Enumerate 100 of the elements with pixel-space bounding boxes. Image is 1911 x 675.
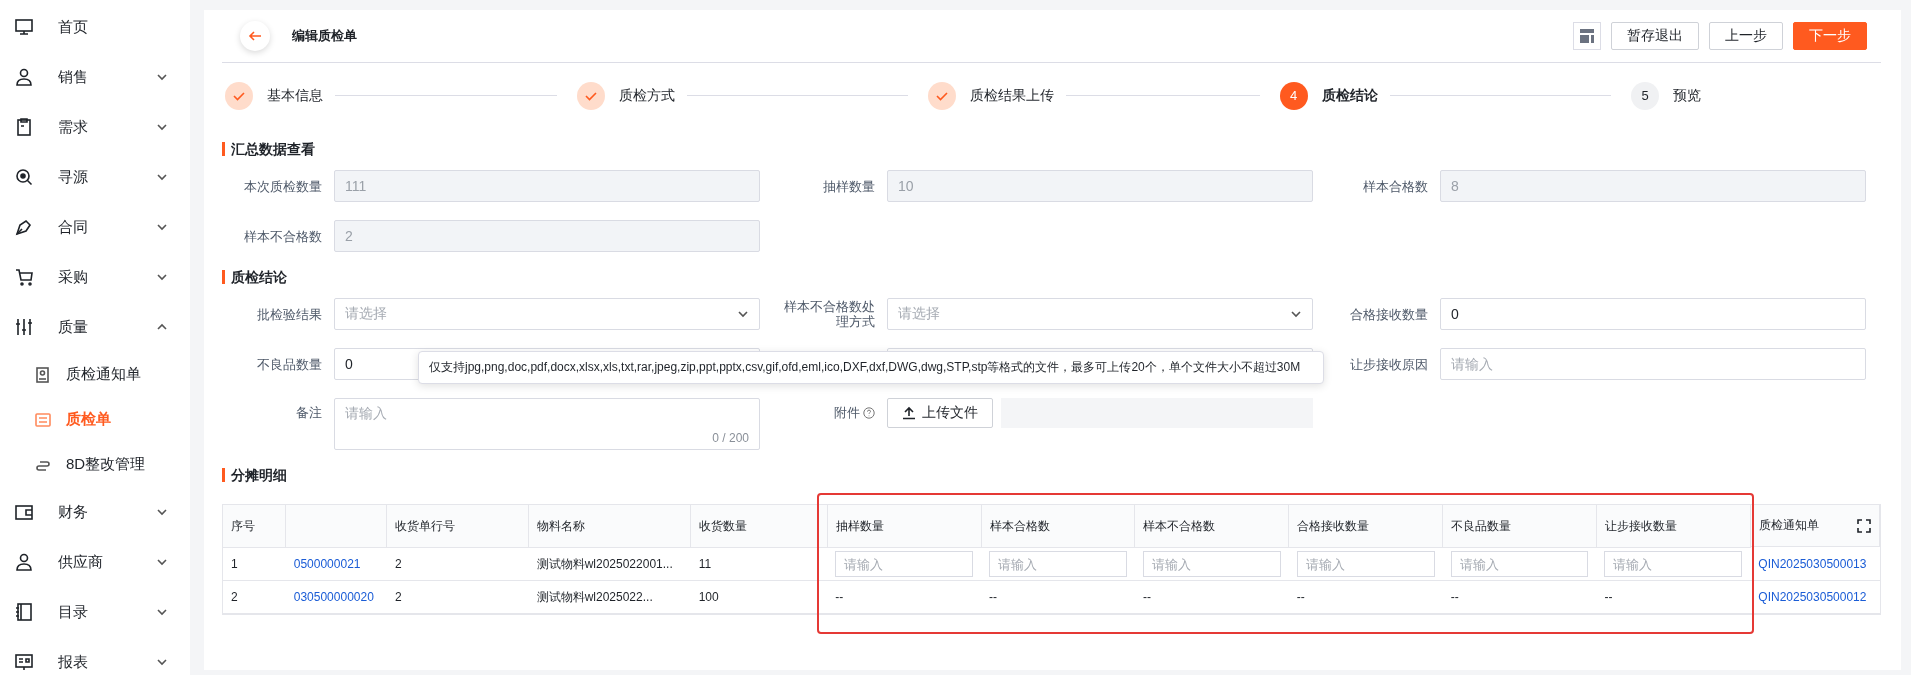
nav-item[interactable]: 供应商 [0, 537, 190, 587]
field-label: 样本不合格数 [243, 228, 322, 244]
table-cell: 2 [386, 580, 529, 614]
nav-item[interactable]: 目录 [0, 587, 190, 637]
step-label: 预览 [1673, 86, 1701, 105]
input-field[interactable]: 请输入 [1142, 551, 1281, 577]
table-cell: 测试物料wl2025022001... [528, 547, 691, 581]
sliders-icon [14, 317, 34, 337]
header-button[interactable]: 暂存退出 [1611, 22, 1699, 50]
nav-item[interactable]: 销售 [0, 52, 190, 102]
field-label: 本次质检数量 [243, 178, 322, 194]
input-field[interactable]: 请输入 [1440, 348, 1866, 380]
section-title: 质检结论 [222, 270, 1881, 284]
nav-item[interactable]: 合同 [0, 202, 190, 252]
column-header: 收货数量 [690, 505, 828, 548]
table-link[interactable]: 030500000020 [293, 590, 374, 604]
help-icon [863, 406, 875, 419]
field-label: 合格接收数量 [1349, 306, 1428, 322]
field-label: 抽样数量 [822, 178, 875, 194]
nav-item[interactable]: 需求 [0, 102, 190, 152]
form-icon [34, 410, 52, 429]
section-title: 分摊明细 [222, 468, 1881, 482]
table-link[interactable]: 0500000021 [293, 557, 361, 571]
arrow-left-icon [248, 29, 262, 43]
field-label: 样本合格数 [1362, 178, 1428, 194]
step-number: 5 [1631, 81, 1659, 110]
step-label: 质检结果上传 [970, 86, 1054, 105]
nav-item[interactable]: 质量 [0, 302, 190, 352]
page-title: 编辑质检单 [292, 27, 357, 45]
step-label: 基本信息 [267, 86, 323, 105]
input-field[interactable]: 0 [1440, 298, 1866, 330]
step-label: 质检结论 [1321, 86, 1378, 105]
table-cell: 2 [386, 547, 529, 581]
nav-item[interactable]: 首页 [0, 2, 190, 52]
section-title: 汇总数据查看 [222, 142, 1881, 156]
table-cell: -- [1288, 580, 1443, 614]
table-cell: 11 [690, 547, 828, 581]
nav-item[interactable]: 财务 [0, 487, 190, 537]
column-header: 合格接收数量 [1288, 505, 1443, 548]
field-label: 样本不合格数处理方式 [783, 299, 875, 329]
table-link[interactable]: QIN2025030500013 [1758, 556, 1867, 571]
table-cell: 1 [223, 547, 286, 581]
column-header: 不良品数量 [1442, 505, 1597, 548]
nav-item[interactable]: 寻源 [0, 152, 190, 202]
magnifier-icon [14, 167, 34, 187]
field-label: 备注 [295, 405, 322, 420]
field-label: 批检验结果 [256, 306, 322, 322]
column-header: 样本不合格数 [1134, 505, 1289, 548]
input-field[interactable]: 请输入 [835, 551, 974, 577]
person-icon [14, 67, 34, 87]
column-header: 抽样数量 [827, 505, 982, 548]
upload-icon [902, 406, 916, 420]
field-label: 让步接收原因 [1349, 356, 1428, 372]
chevron-down-icon [1290, 308, 1302, 320]
fullscreen-icon [1857, 518, 1871, 533]
layout-button[interactable] [1573, 22, 1601, 50]
input-field: 111 [334, 170, 760, 202]
table-cell: -- [1134, 580, 1289, 614]
step-label: 质检方式 [618, 86, 675, 105]
input-field: 10 [887, 170, 1313, 202]
wallet-icon [14, 502, 34, 522]
chevron-down-icon [737, 308, 749, 320]
input-field[interactable]: 请输入 [1604, 551, 1743, 577]
column-header: 让步接收数量 [1596, 505, 1751, 548]
input-field[interactable]: 请输入 [1450, 551, 1589, 577]
layout-icon [1579, 28, 1595, 44]
upload-button[interactable]: 上传文件 [887, 398, 993, 428]
header-button[interactable]: 上一步 [1709, 22, 1783, 50]
nav-item[interactable]: 报表 [0, 637, 190, 675]
board-icon [14, 652, 34, 672]
character-counter: 0 / 200 [712, 431, 749, 445]
cart-icon [14, 267, 34, 287]
column-header: 物料名称 [528, 505, 691, 548]
column-header: 收货单行号 [386, 505, 529, 548]
nav-subitem[interactable]: 质检通知单 [0, 352, 190, 397]
step-number: 4 [1279, 81, 1308, 110]
nav-subitem[interactable]: 8D整改管理 [0, 442, 190, 487]
table-cell: -- [827, 580, 982, 614]
clipboard-icon [14, 117, 34, 137]
back-button[interactable] [240, 21, 270, 51]
notebook-icon [14, 602, 34, 622]
table-cell: 2 [223, 580, 286, 614]
field-label: 附件 [834, 405, 860, 420]
monitor-icon [14, 17, 34, 37]
field-label: 不良品数量 [256, 356, 322, 372]
column-header: 序号 [223, 505, 286, 548]
column-header: 样本合格数 [981, 505, 1135, 548]
nav-item[interactable]: 采购 [0, 252, 190, 302]
input-field[interactable]: 请输入 [989, 551, 1127, 577]
input-field[interactable]: 请输入 [1296, 551, 1435, 577]
input-field: 8 [1440, 170, 1866, 202]
person-icon [14, 552, 34, 572]
pen-icon [14, 217, 34, 237]
table-link[interactable]: QIN2025030500012 [1758, 590, 1867, 604]
document-icon [34, 365, 52, 384]
table-cell: -- [1442, 580, 1597, 614]
column-header: 质检通知单 [1758, 517, 1819, 534]
table-cell: -- [981, 580, 1135, 614]
table-cell: 100 [690, 580, 828, 614]
tooltip: 仅支持jpg,png,doc,pdf,docx,xlsx,xls,txt,rar,jpeg,zip,ppt,pptx,csv,gif,ofd,eml,ico,DXF,dxf,DWG,dwg,STP,stp等格式的文件，最多可上传20个，单个文件大小不超过30M [418, 351, 1324, 384]
